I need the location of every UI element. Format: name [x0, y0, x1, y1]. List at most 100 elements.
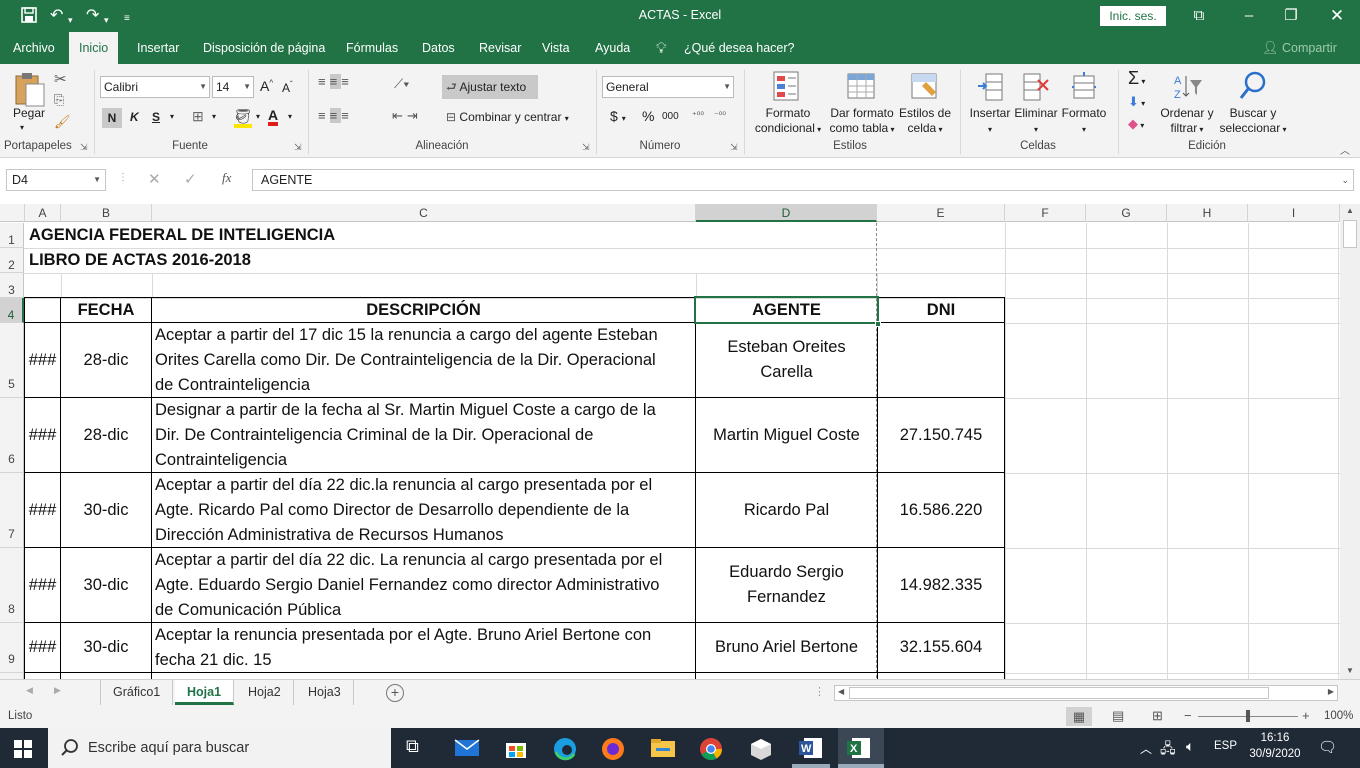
cell-a8[interactable]: ### — [25, 548, 60, 622]
format-table-icon[interactable] — [846, 72, 878, 105]
signin-button[interactable]: Inic. ses. — [1100, 6, 1166, 26]
firefox-icon[interactable] — [600, 736, 624, 760]
zoom-slider-thumb[interactable] — [1246, 710, 1250, 722]
zoom-out-icon[interactable]: − — [1184, 708, 1192, 723]
file-explorer-icon[interactable] — [650, 736, 675, 760]
cell-descripcion-5[interactable]: Aceptar a partir del 17 dic 15 la renunc… — [155, 323, 695, 397]
sheet-tab-hoja1[interactable]: Hoja1 — [175, 680, 235, 705]
cancel-formula-icon[interactable]: ✕ — [148, 170, 161, 188]
font-grow-icon[interactable]: A^ — [260, 78, 273, 94]
row-header-7[interactable]: 7 — [0, 473, 24, 548]
borders-icon[interactable]: ⊞ — [192, 108, 204, 125]
scroll-right-icon[interactable]: ▶ — [1328, 687, 1334, 696]
cell-agente-9[interactable]: Bruno Ariel Bertone — [696, 623, 877, 672]
bold-button[interactable]: N — [102, 108, 122, 128]
cell-dni-6[interactable]: 27.150.745 — [878, 398, 1004, 472]
format-cells-button[interactable]: Formato ▾ — [1060, 106, 1108, 137]
delete-cells-icon[interactable] — [1022, 72, 1050, 105]
cell-dni-8[interactable]: 14.982.335 — [878, 548, 1004, 622]
currency-button[interactable]: $ ▾ — [610, 108, 626, 124]
align-bottom-icon[interactable]: ≡ — [341, 74, 353, 89]
find-select-icon[interactable] — [1238, 70, 1268, 105]
edge-icon[interactable] — [552, 736, 576, 761]
paste-icon[interactable] — [12, 70, 46, 111]
row-header-9[interactable]: 9 — [0, 623, 24, 673]
taskbar-search-input[interactable]: Escribe aquí para buscar — [48, 728, 391, 768]
sort-filter-button[interactable]: Ordenar y filtrar ▾ — [1156, 106, 1218, 137]
align-center-icon[interactable]: ≡ — [329, 108, 342, 123]
column-header-e[interactable]: E — [877, 204, 1005, 222]
zoom-in-icon[interactable]: + — [1302, 708, 1310, 723]
tell-me-input[interactable]: ¿Qué desea hacer? — [674, 32, 805, 64]
close-icon[interactable]: ✕ — [1314, 4, 1360, 28]
mail-icon[interactable] — [454, 736, 480, 760]
zoom-level[interactable]: 100% — [1324, 710, 1353, 722]
alignment-launcher-icon[interactable]: ⇲ — [582, 142, 590, 153]
insert-function-icon[interactable]: fx — [222, 170, 231, 186]
align-top-icons[interactable]: ≡≡≡ — [318, 74, 353, 89]
tab-inicio[interactable]: Inicio — [69, 32, 119, 65]
cell-agente-8[interactable]: Eduardo Sergio Fernandez — [696, 548, 877, 622]
minimize-icon[interactable]: – — [1226, 4, 1272, 28]
tab-revisar[interactable]: Revisar — [469, 32, 531, 64]
normal-view-icon[interactable]: ▦ — [1066, 707, 1092, 726]
column-header-c[interactable]: C — [152, 204, 696, 222]
conditional-format-icon[interactable] — [772, 70, 802, 107]
increase-indent-icon[interactable]: ⇥ — [407, 108, 422, 123]
header-descripcion[interactable]: DESCRIPCIÓN — [152, 298, 695, 322]
tab-formulas[interactable]: Fórmulas — [336, 32, 408, 64]
row-header-6[interactable]: 6 — [0, 398, 24, 473]
cell-fecha-7[interactable]: 30-dic — [61, 473, 151, 547]
percent-button[interactable]: % — [642, 108, 654, 124]
column-header-g[interactable]: G — [1086, 204, 1167, 222]
cell-fecha-6[interactable]: 28-dic — [61, 398, 151, 472]
scroll-down-icon[interactable]: ▼ — [1346, 666, 1354, 675]
conditional-format-button[interactable]: Formato condicional ▾ — [750, 106, 826, 137]
cell-a6[interactable]: ### — [25, 398, 60, 472]
orientation-icon[interactable]: ⟋▾ — [394, 76, 409, 92]
app-cube-icon[interactable] — [748, 736, 772, 760]
tab-split-icon[interactable]: ⋮ — [814, 685, 825, 698]
row-header-5[interactable]: 5 — [0, 323, 24, 398]
cell-a7[interactable]: ### — [25, 473, 60, 547]
cell-dni-9[interactable]: 32.155.604 — [878, 623, 1004, 672]
underline-button[interactable]: S — [152, 110, 160, 124]
tab-datos[interactable]: Datos — [412, 32, 465, 64]
align-middle-icon[interactable]: ≡ — [329, 74, 342, 89]
sheet-tab-grafico1[interactable]: Gráfico1 — [100, 680, 174, 705]
store-icon[interactable] — [504, 736, 528, 760]
notifications-icon[interactable]: 🗨︎ — [1318, 738, 1337, 756]
font-name-select[interactable]: Calibri ▼ — [100, 76, 210, 98]
row-header-3[interactable]: 3 — [0, 273, 24, 298]
excel-icon[interactable]: X — [846, 736, 870, 760]
format-table-button[interactable]: Dar formato como tabla ▾ — [826, 106, 898, 137]
scroll-left-icon[interactable]: ◀ — [838, 687, 844, 696]
expand-formula-icon[interactable]: ⌄ — [1341, 170, 1349, 190]
indent-icons[interactable]: ⇤⇥ — [392, 108, 422, 124]
show-hidden-icons[interactable]: ︿ — [1140, 740, 1152, 757]
underline-dropdown-icon[interactable]: ▾ — [170, 112, 174, 121]
find-select-button[interactable]: Buscar y seleccionar ▾ — [1216, 106, 1290, 137]
row-header-8[interactable]: 8 — [0, 548, 24, 623]
font-color-icon[interactable]: A — [268, 108, 279, 126]
next-sheet-icon[interactable]: ▶ — [54, 685, 61, 696]
insert-cells-icon[interactable] — [976, 72, 1004, 105]
cell-dni-5[interactable] — [878, 323, 1004, 397]
language-indicator[interactable]: ESP — [1214, 740, 1237, 752]
collapse-ribbon-icon[interactable]: ︿ — [1340, 142, 1350, 157]
cell-fecha-9[interactable]: 30-dic — [61, 623, 151, 672]
cell-dni-7[interactable]: 16.586.220 — [878, 473, 1004, 547]
delete-cells-button[interactable]: Eliminar ▾ — [1012, 106, 1060, 137]
column-header-i[interactable]: I — [1248, 204, 1340, 222]
word-icon[interactable]: W — [798, 736, 822, 760]
copy-icon[interactable]: ⎘ — [54, 92, 64, 108]
formula-input[interactable]: AGENTE ⌄ — [252, 169, 1354, 191]
page-layout-icon[interactable]: ▤ — [1112, 708, 1124, 724]
sort-filter-icon[interactable]: AZ — [1172, 72, 1204, 105]
cell-descripcion-7[interactable]: Aceptar a partir del día 22 dic.la renun… — [155, 473, 695, 547]
paste-dropdown-icon[interactable]: ▾ — [20, 120, 24, 135]
prev-sheet-icon[interactable]: ◀ — [26, 685, 33, 696]
task-view-icon[interactable]: ⧉ — [406, 736, 430, 760]
paste-label[interactable]: Pegar — [8, 106, 50, 121]
header-dni[interactable]: DNI — [878, 298, 1004, 322]
